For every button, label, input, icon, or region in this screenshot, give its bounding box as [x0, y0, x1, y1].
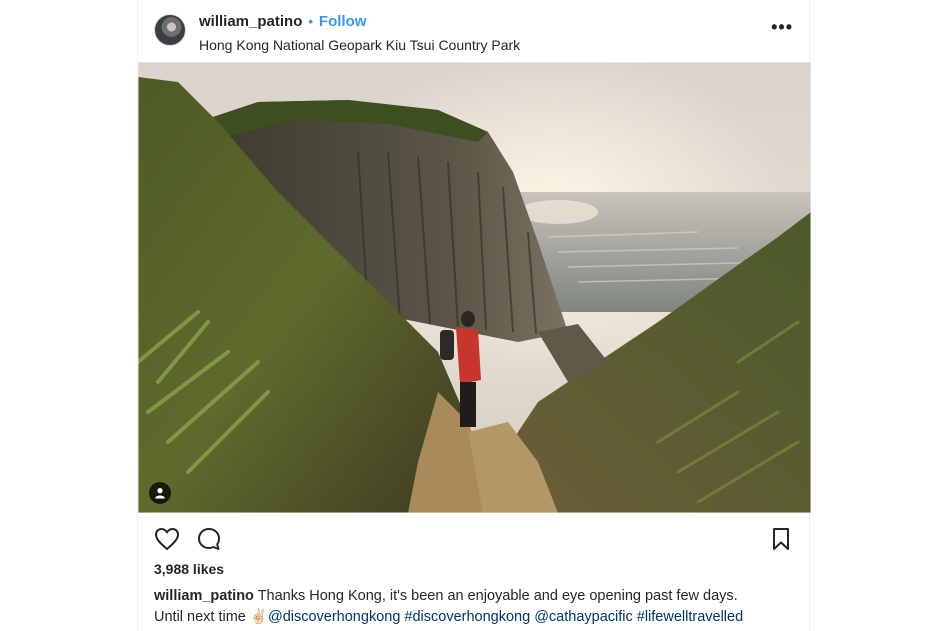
caption-text-line2: Until next time	[154, 609, 250, 625]
landscape-photo	[138, 62, 811, 513]
post-caption: william_patino Thanks Hong Kong, it's be…	[154, 586, 804, 628]
comment-icon[interactable]	[194, 524, 224, 554]
caption-text-line1: Thanks Hong Kong, it's been an enjoyable…	[253, 588, 738, 604]
post-photo[interactable]	[138, 62, 811, 513]
follow-button[interactable]: Follow	[319, 13, 367, 30]
likes-count[interactable]: 3,988 likes	[154, 561, 224, 577]
location-link[interactable]: Hong Kong National Geopark Kiu Tsui Coun…	[199, 37, 520, 53]
bookmark-icon[interactable]	[766, 524, 796, 554]
post-header: william_patino • Follow Hong Kong Nation…	[138, 0, 809, 62]
more-options-icon[interactable]: •••	[771, 18, 793, 36]
tagged-user-icon[interactable]	[149, 482, 171, 504]
action-bar	[138, 520, 809, 560]
avatar[interactable]	[154, 14, 186, 46]
username-link[interactable]: william_patino	[199, 13, 302, 30]
separator-dot: •	[308, 14, 313, 29]
peace-emoji: ✌🏻	[249, 609, 268, 625]
caption-username[interactable]: william_patino	[154, 588, 254, 604]
heart-icon[interactable]	[152, 524, 182, 554]
caption-hashtags[interactable]: @discoverhongkong #discoverhongkong @cat…	[268, 609, 743, 625]
user-line: william_patino • Follow	[199, 13, 366, 30]
instagram-post: william_patino • Follow Hong Kong Nation…	[137, 0, 811, 631]
